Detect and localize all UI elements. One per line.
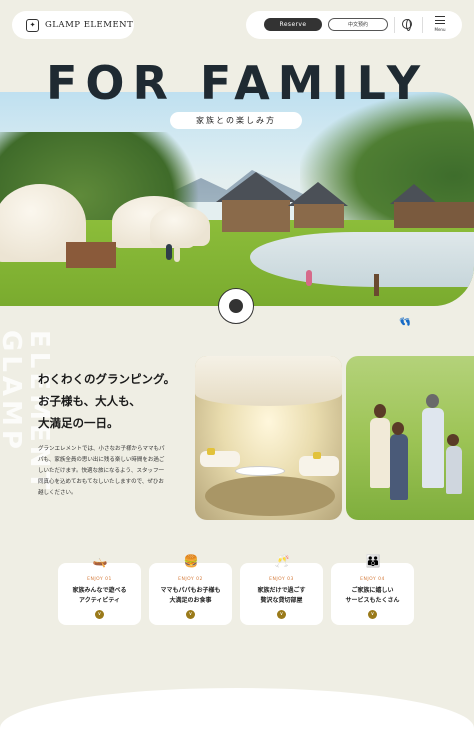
card-title: 家族だけで過ごす 贅沢な貸切部屋: [257, 587, 306, 604]
logo-text: GLAMP ELEMENT: [45, 20, 134, 30]
running-child: [306, 270, 312, 286]
site-header: ✦ GLAMP ELEMENT Reserve 中文预约 Menu: [0, 0, 474, 52]
intro-heading: わくわくのグランピング。 お子様も、大人も、 大満足の一日。: [38, 368, 198, 434]
signpost: [374, 274, 379, 296]
header-nav: Reserve 中文预约 Menu: [246, 11, 462, 39]
intro-heading-line2: お子様も、大人も、: [38, 394, 141, 408]
chevron-down-icon[interactable]: ∨: [368, 610, 377, 619]
enjoy-card-3[interactable]: 🥂 ENJOY 03 家族だけで過ごす 贅沢な貸切部屋 ∨: [240, 554, 323, 625]
vertical-title-line1: GLAMP: [0, 330, 26, 453]
glasses-icon: 🥂: [274, 554, 290, 568]
menu-label: Menu: [434, 26, 446, 32]
intro-heading-line1: わくわくのグランピング。: [38, 372, 176, 386]
intro-heading-line3: 大満足の一日。: [38, 416, 119, 430]
next-section-edge: [0, 688, 474, 732]
family-photo: [346, 356, 474, 520]
card-number: ENJOY 01: [87, 577, 112, 582]
enjoy-badge: [218, 288, 254, 324]
cabin: [294, 204, 344, 228]
card-number: ENJOY 04: [360, 577, 385, 582]
nav-divider: [394, 17, 395, 33]
cabin: [394, 202, 474, 228]
nav-divider: [422, 17, 423, 33]
canoe-icon: 🛶: [92, 554, 108, 568]
person: [166, 244, 172, 260]
cabin: [222, 200, 290, 232]
card-title: ご家族に嬉しい サービスもたくさん: [345, 587, 400, 604]
intro-body: グランエレメントでは、小さなお子様からママもパパも、家族全員の思い出に残る楽しい…: [38, 446, 165, 496]
badge-center-icon: [229, 299, 243, 313]
chevron-down-icon[interactable]: ∨: [186, 610, 195, 619]
card-title: 家族みんなで遊べる アクティビティ: [72, 587, 127, 604]
menu-button[interactable]: Menu: [432, 16, 448, 34]
enjoy-card-4[interactable]: 👪 ENJOY 04 ご家族に嬉しい サービスもたくさん ∨: [331, 554, 414, 625]
globe-icon[interactable]: [402, 19, 412, 31]
logo-mark-icon: ✦: [26, 18, 39, 32]
chevron-down-icon[interactable]: ∨: [95, 610, 104, 619]
card-number: ENJOY 03: [269, 577, 294, 582]
reserve-button[interactable]: Reserve: [264, 18, 322, 31]
enjoy-card-1[interactable]: 🛶 ENJOY 01 家族みんなで遊べる アクティビティ ∨: [58, 554, 141, 625]
tent-interior-photo: [195, 356, 342, 520]
card-title: ママもパパもお子様も 大満足のお食事: [160, 587, 221, 604]
person: [174, 246, 180, 262]
dome-tent: [150, 206, 210, 246]
hamburger-icon: [435, 16, 445, 18]
enjoy-card-2[interactable]: 🍔 ENJOY 02 ママもパパもお子様も 大満足のお食事 ∨: [149, 554, 232, 625]
family-icon: 👪: [365, 554, 381, 568]
hero-title: FOR FAMILY: [45, 56, 429, 110]
hero-subtitle: 家族との楽しみ方: [170, 112, 302, 129]
card-number: ENJOY 02: [178, 577, 203, 582]
wood-fence: [66, 242, 116, 268]
logo[interactable]: ✦ GLAMP ELEMENT: [12, 11, 134, 39]
enjoy-cards: 🛶 ENJOY 01 家族みんなで遊べる アクティビティ ∨ 🍔 ENJOY 0…: [58, 554, 416, 625]
burger-icon: 🍔: [183, 554, 199, 568]
footprints-icon: 👣: [398, 316, 413, 330]
reserve-chinese-button[interactable]: 中文预约: [328, 18, 388, 31]
chevron-down-icon[interactable]: ∨: [277, 610, 286, 619]
